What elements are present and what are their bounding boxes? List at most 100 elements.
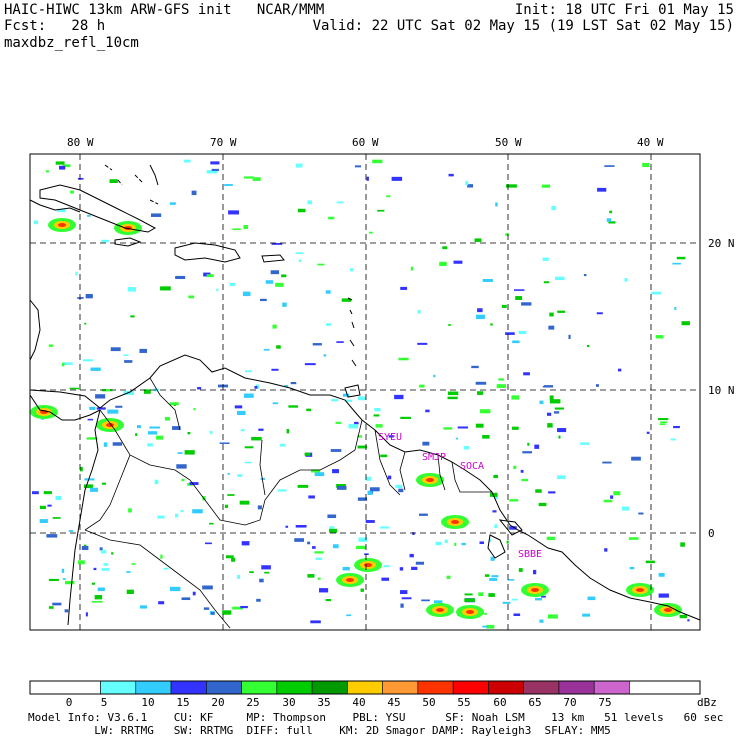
echo-cell [240,429,245,432]
echo-cell [411,566,418,570]
echo-cell [512,426,519,430]
echo-cell [249,571,254,574]
echo-cell [629,566,635,570]
echo-cell [32,491,39,495]
echo-cell [596,312,603,315]
echo-cell [112,442,123,446]
convective-core [531,588,539,592]
echo-cell [687,619,690,622]
echo-cell [259,578,264,583]
echo-cell [518,568,523,572]
echo-cell [135,433,138,437]
echo-cell [276,345,281,349]
echo-cell [325,599,332,602]
echo-cell [170,586,181,592]
echo-cell [69,387,79,390]
echo-cell [77,297,84,299]
echo-cell [505,332,515,335]
echo-cell [478,592,484,597]
echo-cell [463,446,470,450]
echo-cell [77,177,84,180]
echo-cell [489,578,498,581]
echo-cell [515,296,523,300]
echo-cell [520,469,524,473]
echo-cell [331,398,339,402]
echo-cell [75,271,78,276]
echo-cell [491,575,499,578]
echo-cell [400,286,408,290]
colorbar-swatch [311,680,348,695]
convective-core [426,478,434,482]
echo-cell [433,600,443,604]
lat-label-10n: 10 N [708,384,735,397]
echo-cell [236,574,241,579]
echo-cell [604,165,615,167]
echo-cell [659,423,666,426]
echo-cell [203,607,210,610]
echo-cell [123,354,129,357]
echo-cell [527,442,530,446]
echo-cell [239,500,250,505]
echo-cell [658,593,669,598]
echo-cell [354,165,362,168]
echo-cell [358,396,366,401]
echo-cell [417,310,421,314]
echo-cell [225,555,234,559]
echo-cell [209,522,214,525]
colorbar [29,680,701,695]
echo-cell [482,625,489,628]
lat-label-20n: 20 N [708,237,735,250]
echo-cell [506,540,509,544]
echo-cell [484,574,490,577]
echo-cell [394,394,404,400]
cb-label-50: 50 [422,696,436,709]
echo-cell [505,184,517,188]
echo-cell [435,541,442,546]
echo-cell [297,208,306,213]
echo-cell [464,593,473,596]
echo-cell [386,195,391,198]
echo-cell [224,504,229,508]
echo-cell [448,324,452,326]
cb-label-55: 55 [457,696,471,709]
echo-cell [222,610,232,615]
echo-cell [211,168,220,171]
echo-cell [327,514,337,519]
echo-cell [660,421,668,424]
country-borders [84,377,492,629]
echo-cell [482,279,493,282]
echo-cell [210,612,215,615]
echo-cell [61,568,65,573]
cb-label-5: 5 [100,696,108,709]
lon-label-40w: 40 W [637,136,664,149]
echo-cell [83,484,93,489]
echo-cell [62,578,66,580]
echo-cell [651,291,661,295]
echo-cell [512,340,520,344]
cb-label-65: 65 [528,696,542,709]
echo-cell [610,495,614,499]
echo-cell [480,409,491,414]
echo-cell [243,393,254,398]
echo-cell [419,384,425,388]
echo-cell [360,588,364,592]
echo-cell [157,515,165,519]
echo-cell [61,362,65,367]
echo-cell [539,400,544,405]
echo-cell [229,282,236,287]
echo-cell [294,538,305,542]
echo-cell [374,408,381,412]
echo-cell [670,438,676,441]
echo-cell [103,442,108,447]
echo-cell [100,550,107,554]
colorbar-swatch [276,680,313,695]
echo-cell [323,354,327,357]
echo-cell [48,578,59,582]
echo-cell [147,443,153,447]
echo-cell [383,565,390,568]
echo-cell [582,613,591,617]
echo-cell [317,263,325,266]
echo-cell [349,268,354,272]
colorbar-swatch [523,680,560,695]
echo-cell [471,365,479,369]
